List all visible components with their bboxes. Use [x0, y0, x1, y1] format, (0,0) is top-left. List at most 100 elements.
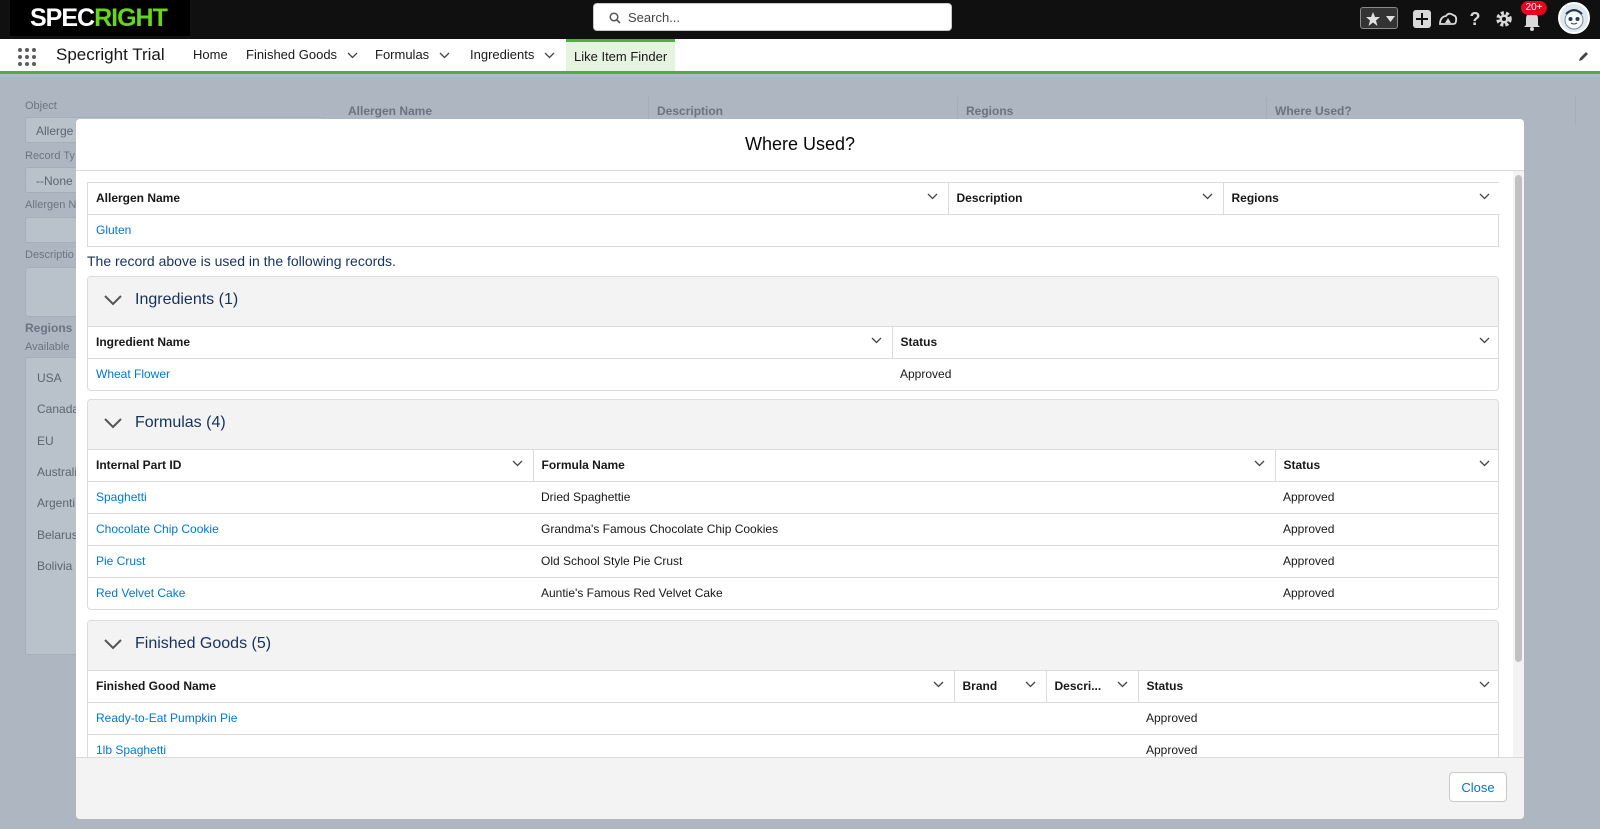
- chevron-down-icon[interactable]: [512, 460, 523, 467]
- formula-part-id-link[interactable]: Spaghetti: [96, 490, 147, 504]
- record-type-label: Record Ty: [25, 150, 75, 162]
- table-header-row: Internal Part ID Formula Name Status: [88, 450, 1498, 482]
- chevron-down-icon[interactable]: [1025, 681, 1036, 688]
- ingredient-name-link[interactable]: Wheat Flower: [96, 367, 170, 381]
- chevron-down-icon[interactable]: [347, 52, 358, 59]
- trailhead-icon[interactable]: [1437, 8, 1459, 30]
- ingredients-section-header[interactable]: Ingredients (1): [88, 277, 1498, 327]
- column-header-status[interactable]: Status: [892, 327, 1498, 359]
- finished-goods-section: Finished Goods (5) Finished Good Name Br…: [87, 620, 1499, 759]
- chevron-down-icon[interactable]: [1254, 460, 1265, 467]
- modal-scrollbar-thumb[interactable]: [1515, 175, 1522, 662]
- column-header-status[interactable]: Status: [1275, 450, 1498, 482]
- nav-item-ingredients[interactable]: Ingredients: [462, 39, 563, 71]
- formula-part-id-link[interactable]: Red Velvet Cake: [96, 586, 185, 600]
- chevron-down-icon[interactable]: [1117, 681, 1128, 688]
- nav-item-like-item-finder[interactable]: Like Item Finder: [566, 39, 676, 71]
- column-header-description[interactable]: Descri...: [1046, 671, 1139, 703]
- column-header-label: Internal Part ID: [96, 458, 182, 473]
- column-header-finished-good-name[interactable]: Finished Good Name: [88, 671, 955, 703]
- formula-name-cell: Dried Spaghettie: [533, 481, 1275, 514]
- chevron-down-icon[interactable]: [927, 193, 938, 200]
- formulas-section-header[interactable]: Formulas (4): [88, 400, 1498, 450]
- column-header-regions[interactable]: Regions: [1223, 183, 1500, 215]
- specright-logo[interactable]: SPECRIGHT: [10, 0, 190, 36]
- chevron-down-icon[interactable]: [1479, 193, 1490, 200]
- object-label: Object: [25, 100, 57, 112]
- chevron-down-icon[interactable]: [1479, 337, 1490, 344]
- chevron-down-icon[interactable]: [933, 681, 944, 688]
- chevron-down-icon[interactable]: [104, 295, 122, 306]
- formula-name-cell: Old School Style Pie Crust: [533, 545, 1275, 578]
- chevron-down-icon[interactable]: [439, 52, 450, 59]
- description-cell: [1046, 702, 1138, 735]
- close-button[interactable]: Close: [1449, 772, 1507, 802]
- global-header: SPECRIGHT ? 20+: [0, 0, 1600, 39]
- column-header-brand[interactable]: Brand: [954, 671, 1047, 703]
- column-header-formula-name[interactable]: Formula Name: [533, 450, 1276, 482]
- chevron-down-icon[interactable]: [871, 337, 882, 344]
- column-header-allergen-name[interactable]: Allergen Name: [88, 183, 949, 215]
- formula-part-id-link[interactable]: Chocolate Chip Cookie: [96, 522, 219, 536]
- chevron-down-icon[interactable]: [104, 639, 122, 650]
- allergen-description-cell: [948, 214, 1223, 246]
- nav-item-finished-goods[interactable]: Finished Goods: [238, 39, 366, 71]
- favorites-button[interactable]: [1360, 7, 1398, 29]
- setup-gear-icon[interactable]: [1493, 8, 1515, 30]
- help-icon[interactable]: ?: [1464, 8, 1486, 30]
- avatar[interactable]: [1558, 2, 1590, 34]
- column-header-label: Formula Name: [541, 458, 625, 473]
- chevron-down-icon[interactable]: [544, 52, 555, 59]
- chevron-down-icon[interactable]: [104, 418, 122, 429]
- search-icon: [609, 12, 621, 24]
- regions-label: Regions: [25, 321, 73, 335]
- column-header-label: Descri...: [1054, 679, 1102, 694]
- allergen-regions-cell: [1223, 214, 1500, 246]
- column-header-label: Ingredient Name: [96, 335, 191, 350]
- region-option: USA: [37, 371, 62, 385]
- edit-nav-pencil-icon[interactable]: [1578, 50, 1590, 62]
- usage-note: The record above is used in the followin…: [87, 253, 396, 269]
- column-header-description[interactable]: Description: [948, 183, 1224, 215]
- chevron-down-icon[interactable]: [1479, 681, 1490, 688]
- chevron-down-icon[interactable]: [1479, 460, 1490, 467]
- ingredients-section-title: Ingredients (1): [135, 291, 239, 308]
- chevron-down-icon: [1386, 16, 1395, 22]
- formula-part-id-link[interactable]: Pie Crust: [96, 554, 145, 568]
- formulas-section: Formulas (4) Internal Part ID Formula Na…: [87, 399, 1499, 610]
- notification-badge: 20+: [1521, 1, 1547, 15]
- table-header-row: Allergen Name Description Regions: [88, 183, 1500, 215]
- column-header-label: Allergen Name: [96, 191, 181, 206]
- region-option: Bolivia: [37, 559, 73, 573]
- status-cell: Approved: [1275, 513, 1498, 546]
- app-launcher-waffle-icon[interactable]: [17, 47, 37, 67]
- allergen-name-link[interactable]: Gluten: [96, 223, 131, 237]
- search-input[interactable]: [628, 8, 938, 26]
- logo-text-right: RIGHT: [94, 4, 168, 32]
- global-search[interactable]: [593, 3, 952, 31]
- region-option: Australi: [37, 465, 78, 479]
- modal-footer: Close: [76, 757, 1524, 819]
- table-row: Wheat Flower Approved: [88, 358, 1498, 390]
- allergen-name-label: Allergen N: [25, 199, 77, 211]
- column-header-label: Status: [900, 335, 938, 350]
- finished-good-name-link[interactable]: 1lb Spaghetti: [96, 743, 166, 757]
- table-row: Ready-to-Eat Pumpkin Pie Approved: [88, 702, 1498, 735]
- brand-cell: [954, 702, 1046, 735]
- chevron-down-icon[interactable]: [1202, 193, 1213, 200]
- finished-good-name-link[interactable]: Ready-to-Eat Pumpkin Pie: [96, 711, 237, 725]
- nav-item-formulas[interactable]: Formulas: [367, 39, 458, 71]
- favorites-star-icon: [1366, 12, 1380, 26]
- modal-body: Allergen Name Description Regions Gluten…: [76, 171, 1524, 759]
- app-navigation-bar: Specright Trial Home Finished Goods Form…: [0, 39, 1600, 74]
- nav-item-label: Formulas: [375, 47, 430, 62]
- finished-goods-section-header[interactable]: Finished Goods (5): [88, 621, 1498, 671]
- add-icon[interactable]: [1411, 8, 1433, 30]
- column-header-internal-part-id[interactable]: Internal Part ID: [88, 450, 534, 482]
- column-header-ingredient-name[interactable]: Ingredient Name: [88, 327, 893, 359]
- modal-scrollbar[interactable]: [1513, 171, 1524, 759]
- nav-item-home[interactable]: Home: [185, 39, 236, 71]
- formula-name-cell: Grandma's Famous Chocolate Chip Cookies: [533, 513, 1275, 546]
- column-header-status[interactable]: Status: [1138, 671, 1498, 703]
- table-row: Spaghetti Dried Spaghettie Approved: [88, 481, 1498, 514]
